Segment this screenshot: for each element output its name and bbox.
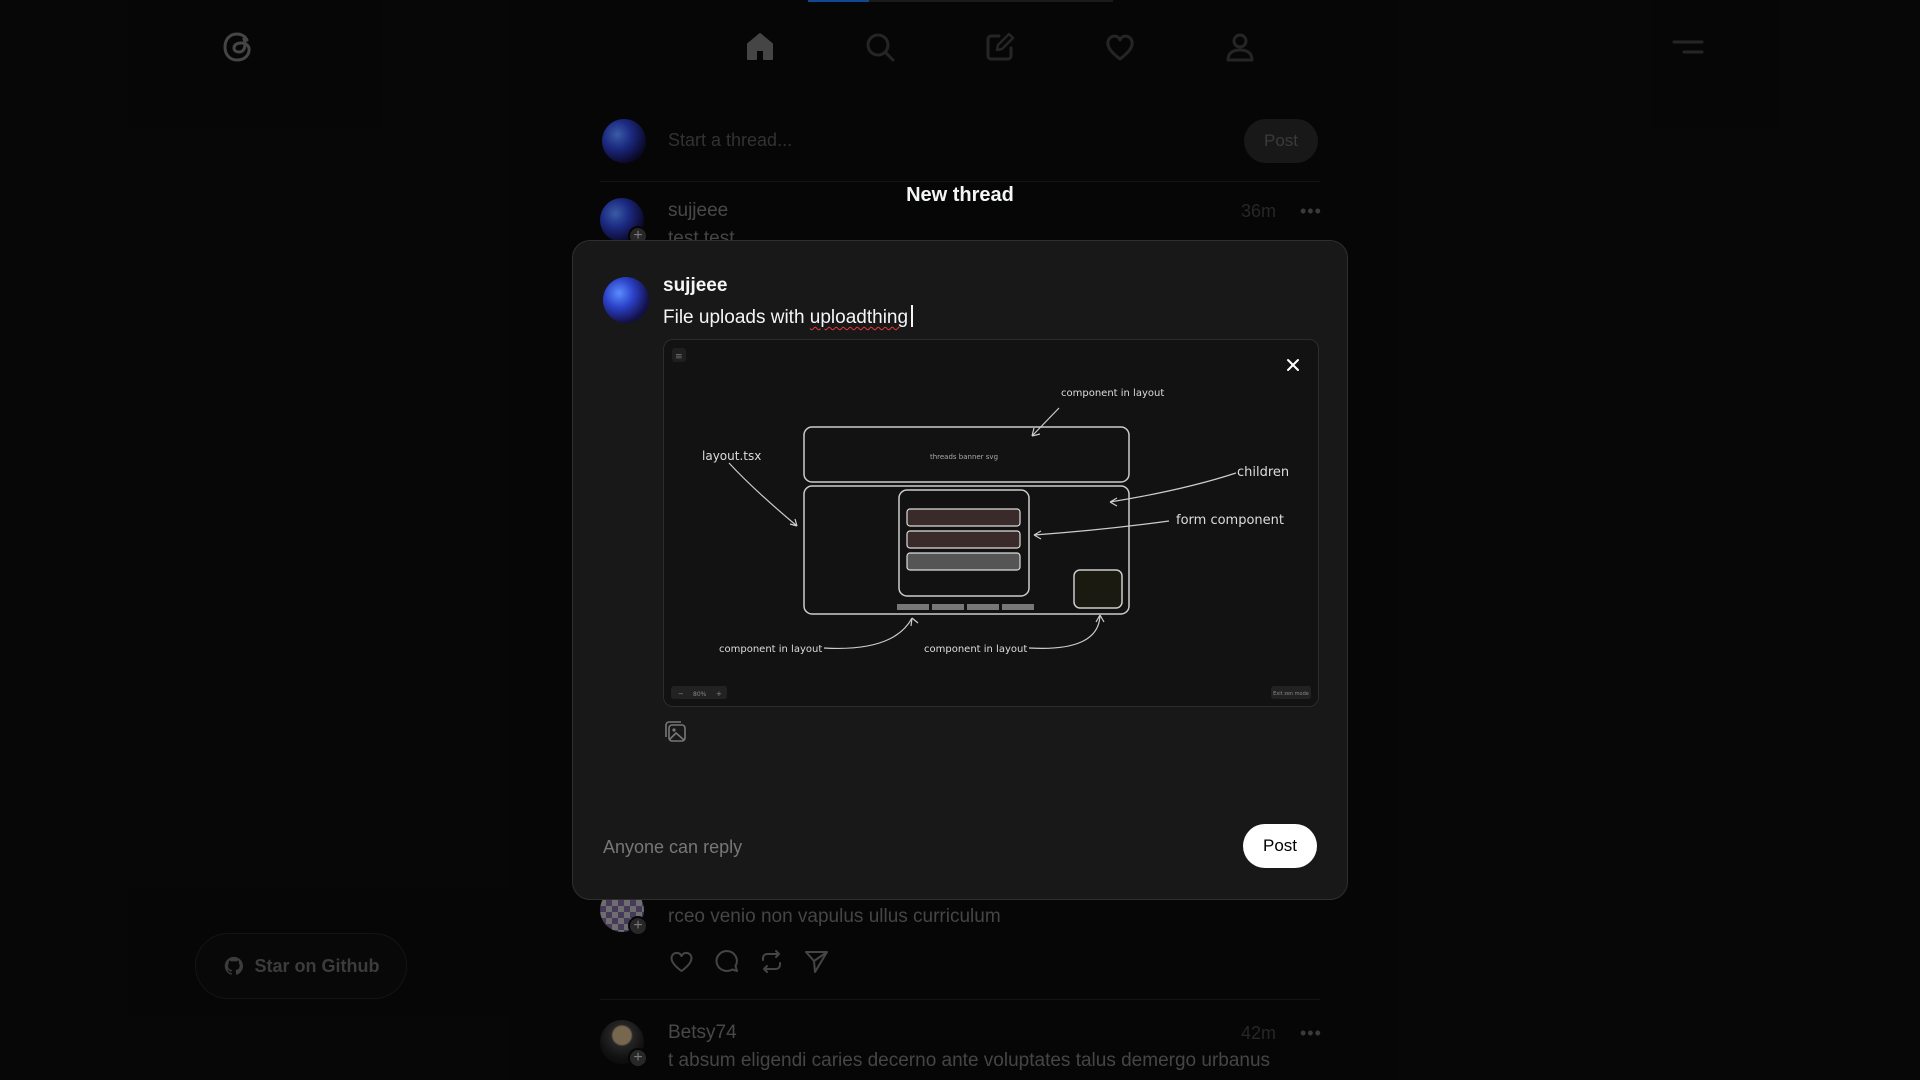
sketch-label-children: children xyxy=(1237,465,1289,480)
thread-text-input[interactable]: File uploads with uploadthing xyxy=(663,305,914,329)
svg-text:+: + xyxy=(716,690,722,698)
image-attach-icon[interactable] xyxy=(663,719,689,745)
avatar xyxy=(603,277,649,323)
svg-text:−: − xyxy=(678,690,684,698)
sketch-hint: Exit zen mode xyxy=(1273,691,1309,697)
sketch-banner-text: threads banner svg xyxy=(930,453,998,461)
sketch-label-layout: layout.tsx xyxy=(702,449,761,463)
sketch-zoom: 80% xyxy=(693,691,707,698)
reply-permission[interactable]: Anyone can reply xyxy=(603,837,742,858)
sketch-label-bottom-right: component in layout xyxy=(924,644,1027,655)
layout-sketch-image: ≡ threads banner svg component in layout… xyxy=(671,348,1311,699)
post-button[interactable]: Post xyxy=(1243,824,1317,868)
new-thread-modal: sujjeee File uploads with uploadthing ≡ … xyxy=(572,240,1348,900)
sketch-label-bottom-left: component in layout xyxy=(719,644,822,655)
sketch-label-top: component in layout xyxy=(1061,388,1164,399)
misspelled-word: uploadthing xyxy=(809,307,909,328)
modal-title: New thread xyxy=(906,184,1014,206)
close-icon[interactable] xyxy=(1280,352,1306,378)
modal-username: sujjeee xyxy=(663,275,728,296)
sketch-label-form: form component xyxy=(1176,513,1284,528)
text-caret xyxy=(911,305,914,327)
thread-text: File uploads with xyxy=(663,307,810,328)
threads-app: Start a thread... Post + sujjeee 36m •••… xyxy=(0,0,1920,1080)
attached-image-preview: ≡ threads banner svg component in layout… xyxy=(663,339,1319,707)
sketch-corner-box xyxy=(1073,569,1123,609)
svg-text:≡: ≡ xyxy=(675,352,683,362)
